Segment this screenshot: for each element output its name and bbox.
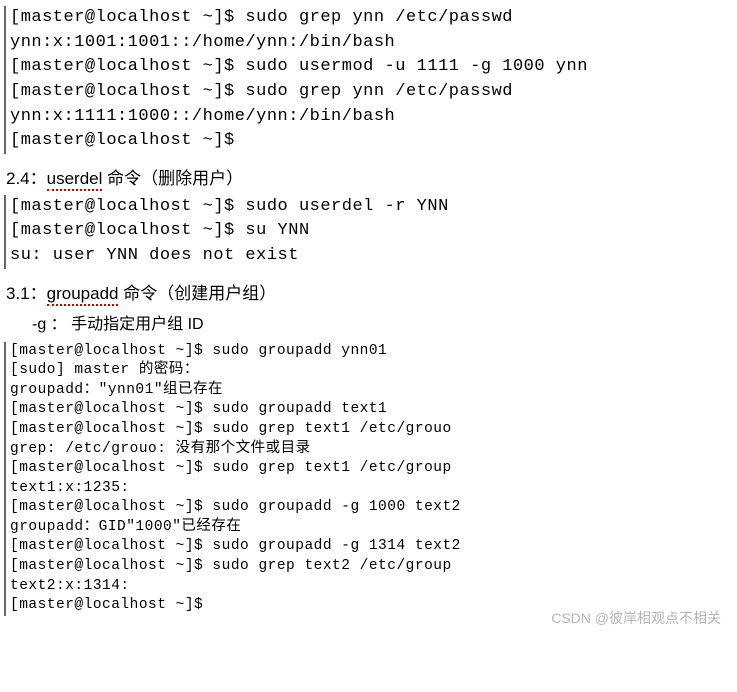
terminal-line: [sudo] master 的密码： — [10, 361, 733, 381]
terminal-line: su: user YNN does not exist — [10, 244, 733, 269]
terminal-line: grep: /etc/grouo: 没有那个文件或目录 — [10, 440, 733, 460]
command-name-groupadd: groupadd — [47, 284, 119, 306]
terminal-line: [master@localhost ~]$ sudo grep ynn /etc… — [10, 80, 733, 105]
terminal-line: [master@localhost ~]$ sudo groupadd -g 1… — [10, 498, 733, 518]
heading-prefix: 3.1： — [6, 284, 47, 303]
heading-suffix: 命令（创建用户组） — [118, 284, 276, 303]
terminal-line: [master@localhost ~]$ — [10, 129, 733, 154]
terminal-line: groupadd：GID"1000"已经存在 — [10, 518, 733, 538]
command-name-userdel: userdel — [47, 169, 103, 191]
terminal-block-2: [master@localhost ~]$ sudo userdel -r YN… — [4, 195, 733, 269]
terminal-line: [master@localhost ~]$ sudo grep text1 /e… — [10, 459, 733, 479]
terminal-line: ynn:x:1111:1000::/home/ynn:/bin/bash — [10, 105, 733, 130]
heading-suffix: 命令（删除用户） — [102, 169, 243, 188]
terminal-line: [master@localhost ~]$ sudo grep text2 /e… — [10, 557, 733, 577]
heading-prefix: 2.4： — [6, 169, 47, 188]
section-heading-2-4: 2.4：userdel 命令（删除用户） — [6, 164, 733, 189]
terminal-line: [master@localhost ~]$ su YNN — [10, 219, 733, 244]
terminal-line: [master@localhost ~]$ sudo userdel -r YN… — [10, 195, 733, 220]
terminal-line: text1:x:1235: — [10, 479, 733, 499]
terminal-line: [master@localhost ~]$ sudo groupadd ynn0… — [10, 342, 733, 362]
terminal-line: ynn:x:1001:1001::/home/ynn:/bin/bash — [10, 31, 733, 56]
terminal-line: [master@localhost ~]$ sudo groupadd -g 1… — [10, 537, 733, 557]
terminal-line: [master@localhost ~]$ sudo grep text1 /e… — [10, 420, 733, 440]
terminal-block-1: [master@localhost ~]$ sudo grep ynn /etc… — [4, 6, 733, 154]
section-heading-3-1: 3.1：groupadd 命令（创建用户组） — [6, 279, 733, 304]
terminal-line: [master@localhost ~]$ sudo usermod -u 11… — [10, 55, 733, 80]
terminal-line: groupadd："ynn01"组已存在 — [10, 381, 733, 401]
terminal-line: [master@localhost ~]$ sudo groupadd text… — [10, 400, 733, 420]
terminal-line: text2:x:1314: — [10, 577, 733, 597]
terminal-block-3: [master@localhost ~]$ sudo groupadd ynn0… — [4, 342, 733, 616]
terminal-line: [master@localhost ~]$ sudo grep ynn /etc… — [10, 6, 733, 31]
option-description-g: -g ： 手动指定用户组 ID — [32, 310, 733, 334]
terminal-line: [master@localhost ~]$ — [10, 596, 733, 616]
